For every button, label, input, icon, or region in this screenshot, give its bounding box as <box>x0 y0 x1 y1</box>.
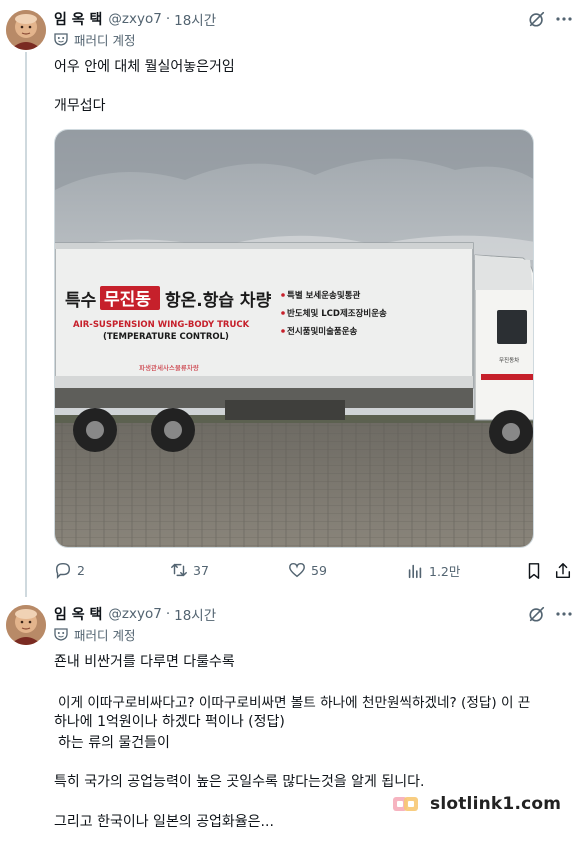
truck-text: 특수 <box>65 291 97 311</box>
tweet-1-actions: 2 37 59 1.2만 <box>54 561 574 583</box>
like-button[interactable]: 59 <box>288 561 327 579</box>
more-options-icon[interactable] <box>554 12 574 26</box>
separator: · <box>165 11 171 27</box>
view-count: 1.2만 <box>429 564 461 579</box>
retweet-button[interactable]: 37 <box>170 561 209 579</box>
tweet-text-line: 개무섭다 <box>54 98 106 114</box>
tweet-text-line: 어우 안에 대체 뭘실어놓은거임 <box>54 59 235 75</box>
share-icon[interactable] <box>554 562 572 580</box>
author-name[interactable]: 임 옥 택 <box>54 9 102 29</box>
truck-text: 무진동차 <box>499 356 519 364</box>
parody-label: 패러디 계정 <box>74 32 136 48</box>
truck-text: 무진동 <box>104 290 151 310</box>
grok-icon[interactable] <box>528 10 546 28</box>
separator: · <box>165 606 171 622</box>
more-options-icon[interactable] <box>554 607 574 621</box>
watermark: slotlink1.com <box>392 792 561 816</box>
tweet-text-line: 하는 류의 물건들이 <box>58 735 170 751</box>
tweet-header: 임 옥 택 @zxyo7 · 18시간 <box>54 603 216 625</box>
tweet-text-line: 이게 이따구로비싸다고? 이따구로비싸면 볼트 하나에 천만원씩하겠네? (정답… <box>58 695 531 711</box>
timestamp[interactable]: 18시간 <box>174 9 216 29</box>
analytics-icon <box>408 564 422 578</box>
author-name[interactable]: 임 옥 택 <box>54 604 102 624</box>
tweet-header: 임 옥 택 @zxyo7 · 18시간 <box>54 8 216 30</box>
reply-button[interactable]: 2 <box>54 561 85 579</box>
parody-mask-icon <box>54 33 68 46</box>
truck-text: 특별 보세운송및통관 <box>287 290 361 301</box>
reply-icon <box>55 562 71 579</box>
truck-text: 파생관세사스물류차량 <box>139 363 199 372</box>
avatar[interactable] <box>6 10 46 50</box>
parody-mask-icon <box>54 628 68 641</box>
tweet-text-line: 하나에 1억원이나 하겠다 퍽이나 (정답) <box>54 714 285 730</box>
grok-icon[interactable] <box>528 605 546 623</box>
watermark-text: slotlink1.com <box>430 794 562 814</box>
reply-count: 2 <box>77 562 85 578</box>
tweet-photo[interactable]: 특수 무진동 항온.항습 차량 AIR-SUSPENSION WING-BODY… <box>54 129 534 548</box>
tweet-text-line: 그리고 한국이나 일본의 공업화율은... <box>54 814 274 830</box>
views-button[interactable]: 1.2만 <box>406 561 460 580</box>
timestamp[interactable]: 18시간 <box>174 604 216 624</box>
tweet-text-line: 특히 국가의 공업능력이 높은 곳일수록 많다는것을 알게 됩니다. <box>54 774 425 790</box>
watermark-logo-icon <box>393 797 418 811</box>
retweet-count: 37 <box>193 562 209 578</box>
avatar[interactable] <box>6 605 46 645</box>
heart-icon <box>289 562 305 578</box>
retweet-icon <box>171 563 187 577</box>
truck-text: 항온.항습 차량 <box>165 290 272 311</box>
parody-badge: 패러디 계정 <box>54 625 135 643</box>
truck-text: AIR-SUSPENSION WING-BODY TRUCK <box>73 320 250 330</box>
parody-badge: 패러디 계정 <box>54 30 135 48</box>
author-handle[interactable]: @zxyo7 <box>108 606 161 622</box>
truck-text: 전시품및미술품운송 <box>287 326 358 337</box>
truck-text: (TEMPERATURE CONTROL) <box>103 332 229 342</box>
truck-text: 반도체및 LCD제조장비운송 <box>287 308 387 319</box>
bookmark-icon[interactable] <box>525 562 543 580</box>
tweet-text-line: 죤내 비싼거를 다루면 다룰수록 <box>54 654 235 670</box>
author-handle[interactable]: @zxyo7 <box>108 11 161 27</box>
like-count: 59 <box>311 562 327 578</box>
parody-label: 패러디 계정 <box>74 627 136 643</box>
